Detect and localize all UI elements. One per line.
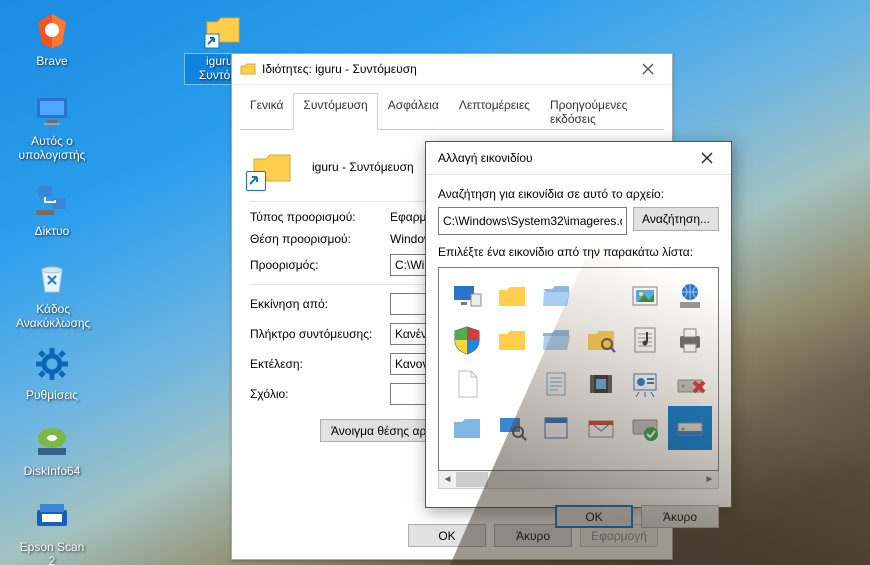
- icon-folder-blue[interactable]: [445, 406, 490, 450]
- comment-label: Σχόλιο:: [250, 387, 390, 401]
- desktop: Brave Αυτός ο υπολογιστής Δίκτυο Κάδος Α…: [0, 0, 870, 565]
- desktop-icon-label: Κάδος Ανακύκλωσης: [14, 302, 92, 332]
- tab-previous-versions[interactable]: Προηγούμενες εκδόσεις: [540, 93, 664, 130]
- monitor-icon: [32, 90, 72, 130]
- desktop-icon-recyclebin[interactable]: Κάδος Ανακύκλωσης: [14, 258, 90, 332]
- tab-security[interactable]: Ασφάλεια: [378, 93, 449, 130]
- properties-tabs: Γενικά Συντόμευση Ασφάλεια Λεπτομέρειες …: [232, 85, 672, 130]
- drive-chart-icon: [32, 420, 72, 460]
- icon-list[interactable]: [438, 267, 719, 471]
- scrollbar-thumb[interactable]: [456, 472, 488, 487]
- select-icon-label: Επιλέξτε ένα εικονίδιο από την παρακάτω …: [438, 245, 719, 259]
- icon-presentation[interactable]: [623, 362, 668, 406]
- target-type-label: Τύπος προορισμού:: [250, 210, 390, 224]
- startin-label: Εκκίνηση από:: [250, 297, 390, 311]
- icon-file-path-input[interactable]: [438, 207, 627, 235]
- desktop-icon-label: DiskInfo64: [22, 464, 83, 480]
- change-icon-footer: OK Άκυρο: [426, 489, 731, 538]
- close-button[interactable]: [687, 144, 727, 172]
- change-icon-titlebar[interactable]: Αλλαγή εικονιδίου: [426, 142, 731, 175]
- icon-page[interactable]: [445, 362, 490, 406]
- folder-shortcut-icon: [203, 10, 243, 50]
- close-button[interactable]: [628, 55, 668, 83]
- icon-folder-open[interactable]: [534, 274, 579, 318]
- desktop-icon-label: Brave: [34, 54, 69, 70]
- icon-video[interactable]: [579, 362, 624, 406]
- desktop-icon-label: Δίκτυο: [33, 224, 72, 240]
- properties-title: Ιδιότητες: iguru - Συντόμευση: [262, 62, 628, 76]
- network-icon: [32, 180, 72, 220]
- icon-music-sheet[interactable]: [623, 318, 668, 362]
- desktop-icon-epsonscan[interactable]: Epson Scan 2: [14, 496, 90, 565]
- close-icon: [701, 152, 713, 164]
- desktop-icon-label: Αυτός ο υπολογιστής: [14, 134, 90, 164]
- cancel-button[interactable]: Άκυρο: [494, 524, 572, 547]
- brave-icon: [32, 10, 72, 50]
- desktop-icon-brave[interactable]: Brave: [14, 10, 90, 70]
- cancel-button[interactable]: Άκυρο: [641, 505, 719, 528]
- scroll-left-icon[interactable]: ◄: [439, 474, 456, 485]
- icon-blank[interactable]: [579, 274, 624, 318]
- icon-hdd-selected[interactable]: [668, 406, 713, 450]
- tab-general[interactable]: Γενικά: [240, 93, 293, 130]
- shortcut-arrow-icon: [247, 172, 263, 188]
- scrollbar-track[interactable]: [456, 472, 701, 487]
- desktop-icon-diskinfo[interactable]: DiskInfo64: [14, 420, 90, 480]
- icon-printer[interactable]: [668, 318, 713, 362]
- desktop-icon-label: Epson Scan 2: [14, 540, 90, 565]
- icon-drive-x[interactable]: [668, 362, 713, 406]
- shortcut-name: iguru - Συντόμευση: [312, 160, 414, 174]
- browse-button[interactable]: Αναζήτηση...: [633, 207, 719, 231]
- gear-icon: [32, 344, 72, 384]
- search-file-label: Αναζήτηση για εικονίδια σε αυτό το αρχεί…: [438, 187, 719, 201]
- target-label: Προορισμός:: [250, 258, 390, 272]
- target-location-label: Θέση προορισμού:: [250, 232, 390, 246]
- scanner-icon: [32, 496, 72, 536]
- icon-folder[interactable]: [490, 274, 535, 318]
- desktop-icon-settings[interactable]: Ρυθμίσεις: [14, 344, 90, 404]
- desktop-icon-label: Ρυθμίσεις: [24, 388, 80, 404]
- tab-details[interactable]: Λεπτομέρειες: [449, 93, 540, 130]
- icon-list-hscrollbar[interactable]: ◄ ►: [438, 471, 719, 489]
- tab-shortcut[interactable]: Συντόμευση: [293, 93, 377, 130]
- icon-folder-open2[interactable]: [534, 318, 579, 362]
- icon-notes[interactable]: [534, 362, 579, 406]
- icon-folder2[interactable]: [490, 318, 535, 362]
- icon-pc-search[interactable]: [490, 406, 535, 450]
- properties-titlebar[interactable]: Ιδιότητες: iguru - Συντόμευση: [232, 54, 672, 85]
- apply-button[interactable]: Εφαρμογή: [580, 524, 658, 547]
- icon-check-drive[interactable]: [623, 406, 668, 450]
- ok-button[interactable]: OK: [555, 505, 633, 528]
- icon-picture[interactable]: [623, 274, 668, 318]
- scroll-right-icon[interactable]: ►: [701, 474, 718, 485]
- desktop-icon-thispc[interactable]: Αυτός ο υπολογιστής: [14, 90, 90, 164]
- recyclebin-icon: [32, 258, 72, 298]
- icon-network-drive[interactable]: [668, 274, 713, 318]
- icon-shield[interactable]: [445, 318, 490, 362]
- folder-shortcut-icon: [240, 61, 256, 77]
- desktop-icon-network[interactable]: Δίκτυο: [14, 180, 90, 240]
- icon-mail[interactable]: [579, 406, 624, 450]
- change-icon-dialog: Αλλαγή εικονιδίου Αναζήτηση για εικονίδι…: [425, 141, 732, 508]
- run-label: Εκτέλεση:: [250, 357, 390, 371]
- icon-blank2[interactable]: [490, 362, 535, 406]
- icon-window[interactable]: [534, 406, 579, 450]
- change-icon-title: Αλλαγή εικονιδίου: [438, 151, 687, 165]
- shortcutkey-label: Πλήκτρο συντόμευσης:: [250, 327, 390, 341]
- icon-search-folder[interactable]: [579, 318, 624, 362]
- shortcut-big-icon: [250, 145, 294, 189]
- icon-desktop-pc[interactable]: [445, 274, 490, 318]
- close-icon: [642, 63, 654, 75]
